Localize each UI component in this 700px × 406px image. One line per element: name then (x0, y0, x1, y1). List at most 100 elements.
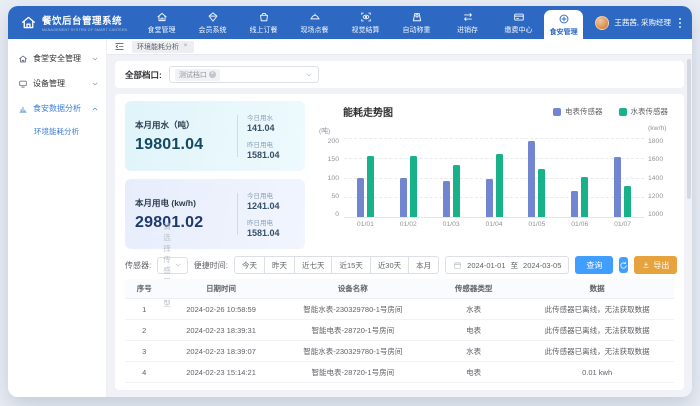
sidebar-item-label: 食安数据分析 (33, 103, 81, 114)
nav-label: 线上订餐 (250, 25, 278, 35)
member-icon (207, 11, 219, 23)
electric-stat-card: 本月用电 (kw/h) 29801.02 今日用电 1241.04 (125, 179, 305, 249)
legend-swatch (553, 108, 561, 116)
nav-item-onsite-order[interactable]: 现场点餐 (289, 6, 340, 39)
electric-today-label: 今日用电 (247, 190, 295, 200)
table-cell: 4 (125, 362, 163, 383)
user-menu[interactable]: 王茜茜, 采购经理 (585, 6, 692, 39)
sidebar-item[interactable]: 设备管理 (8, 71, 106, 96)
table-cell: 水表 (427, 341, 520, 362)
quick-time-button[interactable]: 近30天 (370, 256, 409, 274)
inventory-icon (462, 11, 474, 23)
logo: 餐饮后台管理系统 MANAGEMENT SYSTEM OF SMART CANT… (8, 6, 136, 39)
food-safety-icon (558, 13, 570, 25)
sensor-select[interactable]: 请选择传感器类型 (157, 257, 188, 274)
right-tick: 1600 (648, 156, 674, 163)
bar-group (344, 138, 387, 217)
stall-filter-card: 全部档口: 测试档口 × (115, 61, 684, 88)
quick-time-button[interactable]: 近七天 (294, 256, 333, 274)
bar-电表传感器[interactable] (571, 191, 578, 217)
nav-item-food-safety[interactable]: 食安管理 (544, 10, 583, 39)
x-tick-label: 01/07 (601, 221, 644, 228)
table-cell: 2024-02-23 18:39:31 (163, 320, 278, 341)
table-row[interactable]: 12024-02-26 10:58:59智能水表-230329780-1号房间水… (125, 299, 674, 320)
bar-水表传感器[interactable] (496, 154, 503, 217)
nav-item-canteen[interactable]: 食堂管理 (136, 6, 187, 39)
stall-filter-label: 全部档口: (125, 69, 162, 81)
table-row[interactable]: 52024-02-23 15:13:25智能水表-230329780-1号房间水… (125, 383, 674, 386)
tab-chip-label: 环境能耗分析 (137, 42, 179, 52)
nav-item-vision-checkout[interactable]: 视觉结算 (340, 6, 391, 39)
nav-item-inventory[interactable]: 进销存 (442, 6, 493, 39)
nav-label: 食安管理 (550, 27, 578, 37)
bar-水表传感器[interactable] (367, 156, 374, 217)
more-menu-icon[interactable] (679, 18, 682, 28)
nav-label: 进销存 (457, 25, 478, 35)
x-tick-label: 01/06 (558, 221, 601, 228)
stall-tag: 测试档口 × (175, 69, 220, 81)
online-order-icon (258, 11, 270, 23)
bar-group (515, 138, 558, 217)
refresh-button[interactable] (619, 257, 628, 273)
bar-group (387, 138, 430, 217)
left-tick: 200 (317, 138, 339, 145)
quick-time-button[interactable]: 昨天 (264, 256, 295, 274)
nav-item-payment[interactable]: 缴费中心 (493, 6, 544, 39)
quick-time-button[interactable]: 本月 (408, 256, 439, 274)
tab-close-icon[interactable]: × (182, 43, 189, 50)
nav-item-member[interactable]: 会员系统 (187, 6, 238, 39)
bar-水表传感器[interactable] (581, 177, 588, 217)
export-button[interactable]: 导出 (634, 256, 677, 274)
table-header-cell: 日期时间 (163, 279, 278, 299)
nav-label: 现场点餐 (301, 25, 329, 35)
app-subtitle: MANAGEMENT SYSTEM OF SMART CANTEEN (42, 27, 127, 32)
nav-label: 缴费中心 (505, 25, 533, 35)
bar-水表传感器[interactable] (624, 186, 631, 217)
stall-select[interactable]: 测试档口 × (169, 66, 319, 83)
main-area: 环境能耗分析 × 全部档口: 测试档口 × (107, 39, 692, 397)
table-row[interactable]: 22024-02-23 18:39:31智能电表-28720-1号房间电表此传感… (125, 320, 674, 341)
bar-电表传感器[interactable] (528, 141, 535, 217)
sidebar-item[interactable]: 食安数据分析 (8, 96, 106, 121)
bar-电表传感器[interactable] (486, 179, 493, 217)
search-button[interactable]: 查询 (575, 256, 613, 274)
bar-电表传感器[interactable] (357, 178, 364, 218)
tab-chip[interactable]: 环境能耗分析 × (132, 41, 194, 53)
quick-time-label: 便捷时间: (194, 260, 228, 271)
table-row[interactable]: 42024-02-23 15:14:21智能电表-28720-1号房间电表0.0… (125, 362, 674, 383)
table-row[interactable]: 32024-02-23 18:39:07智能水表-230329780-1号房间水… (125, 341, 674, 362)
right-tick: 1200 (648, 193, 674, 200)
legend-item: 水表传感器 (619, 106, 669, 117)
bar-电表传感器[interactable] (400, 178, 407, 218)
nav-item-auto-weigh[interactable]: 自动称重 (391, 6, 442, 39)
left-tick: 0 (317, 211, 339, 218)
bar-电表传感器[interactable] (443, 181, 450, 217)
x-tick-label: 01/02 (387, 221, 430, 228)
quick-time-button[interactable]: 今天 (234, 256, 265, 274)
bar-水表传感器[interactable] (453, 165, 460, 217)
chevron-up-icon (91, 105, 99, 113)
quick-time-button[interactable]: 近15天 (331, 256, 370, 274)
app-header: 餐饮后台管理系统 MANAGEMENT SYSTEM OF SMART CANT… (8, 6, 692, 39)
table-cell: 智能水表-230329780-1号房间 (279, 299, 427, 320)
water-yesterday-label: 昨日用电 (247, 139, 295, 149)
sidebar-item[interactable]: 食堂安全管理 (8, 46, 106, 71)
bar-电表传感器[interactable] (614, 157, 621, 217)
bar-水表传感器[interactable] (410, 156, 417, 217)
collapse-sidebar-icon[interactable] (114, 41, 125, 52)
legend-swatch (619, 108, 627, 116)
nav-item-online-order[interactable]: 线上订餐 (238, 6, 289, 39)
sidebar-subitem[interactable]: 环境能耗分析 (8, 121, 106, 142)
scrollbar-thumb[interactable] (687, 59, 691, 199)
tag-close-icon[interactable]: × (209, 71, 216, 78)
bar-水表传感器[interactable] (538, 169, 545, 217)
chevron-down-icon (174, 261, 182, 269)
date-range-picker[interactable]: 2024-01-01 至 2024-03-05 (445, 256, 569, 274)
electric-yesterday-value: 1581.04 (247, 228, 295, 238)
bar-group (473, 138, 516, 217)
table-cell: 此传感器已离线，无法获取数据 (520, 299, 674, 320)
table-cell: 167 吨 (520, 383, 674, 386)
table-cell: 水表 (427, 299, 520, 320)
sidebar: 食堂安全管理设备管理食安数据分析环境能耗分析 (8, 39, 107, 397)
table-cell: 3 (125, 341, 163, 362)
